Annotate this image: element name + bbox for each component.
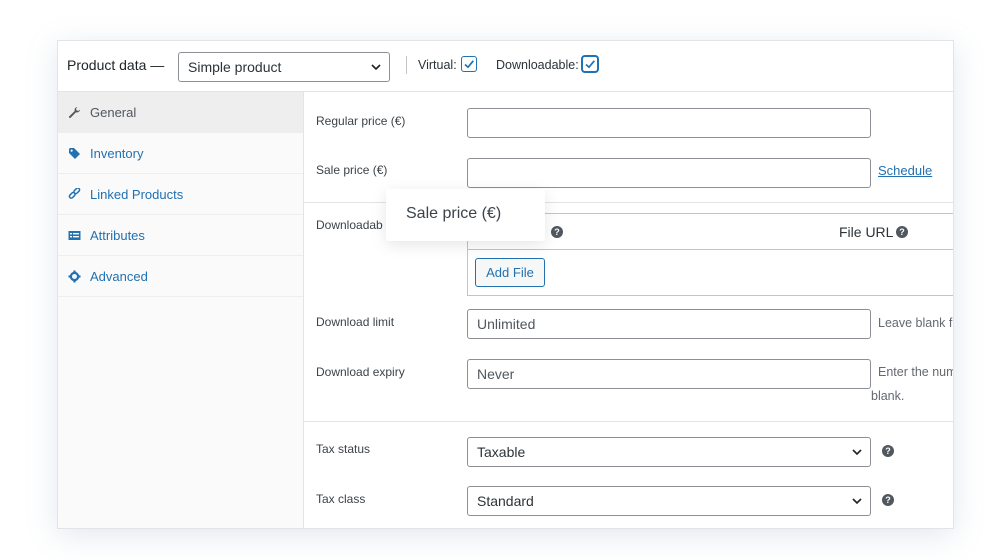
virtual-checkbox[interactable] <box>461 56 477 72</box>
file-url-header: File URL <box>839 224 894 240</box>
download-expiry-label: Download expiry <box>316 365 405 379</box>
tab-attributes-label: Attributes <box>90 227 145 243</box>
wrench-icon <box>68 106 81 119</box>
regular-price-input[interactable] <box>467 108 871 138</box>
sale-price-label: Sale price (€) <box>316 163 388 177</box>
chevron-down-icon <box>852 498 862 505</box>
chevron-down-icon <box>371 64 381 71</box>
tax-class-select[interactable]: Standard <box>467 486 871 516</box>
downloadable-checkbox[interactable] <box>582 56 598 72</box>
download-expiry-input[interactable]: Never <box>467 359 871 389</box>
section-divider <box>304 421 953 422</box>
list-table-icon <box>68 229 81 242</box>
downloadable-files-label: Downloadab <box>316 218 383 232</box>
tab-advanced[interactable]: Advanced <box>58 256 303 297</box>
tab-linked-products-label: Linked Products <box>90 186 184 202</box>
regular-price-label: Regular price (€) <box>316 114 406 128</box>
help-icon[interactable]: ? <box>882 445 894 457</box>
product-data-panel: Product data — Simple product Virtual: D… <box>57 40 954 529</box>
help-icon[interactable]: ? <box>882 494 894 506</box>
chevron-down-icon <box>852 449 862 456</box>
checkmark-icon <box>464 60 474 69</box>
download-limit-input[interactable]: Unlimited <box>467 309 871 339</box>
downloadable-label: Downloadable: <box>496 58 579 72</box>
product-data-header: Product data — Simple product Virtual: D… <box>58 41 953 92</box>
tax-status-label: Tax status <box>316 442 371 456</box>
checkmark-icon <box>585 60 595 69</box>
help-icon[interactable]: ? <box>551 226 563 238</box>
tag-icon <box>68 147 81 160</box>
tax-status-select[interactable]: Taxable <box>467 437 871 467</box>
panel-title: Product data — <box>67 57 165 73</box>
tab-inventory[interactable]: Inventory <box>58 133 303 174</box>
download-expiry-description: Enter the num <box>878 365 954 379</box>
add-file-button[interactable]: Add File <box>475 258 545 287</box>
tab-general-label: General <box>90 104 137 120</box>
header-separator <box>406 56 407 74</box>
sale-price-input[interactable] <box>467 158 871 188</box>
product-data-tabs: General Inventory Linked Products Attrib… <box>58 92 304 528</box>
tab-inventory-label: Inventory <box>90 145 144 161</box>
product-type-value: Simple product <box>188 59 282 75</box>
download-limit-description: Leave blank f <box>878 316 953 330</box>
tax-class-label: Tax class <box>316 492 366 506</box>
product-type-select[interactable]: Simple product <box>178 52 390 82</box>
download-expiry-description-cont: blank. <box>871 389 905 403</box>
sale-price-tooltip: Sale price (€) <box>386 189 545 241</box>
tab-linked-products[interactable]: Linked Products <box>58 174 303 215</box>
tab-advanced-label: Advanced <box>90 268 148 284</box>
schedule-link[interactable]: Schedule <box>878 163 932 178</box>
virtual-label: Virtual: <box>418 58 457 72</box>
tab-attributes[interactable]: Attributes <box>58 215 303 256</box>
gear-icon <box>68 270 81 283</box>
help-icon[interactable]: ? <box>896 226 908 238</box>
link-icon <box>68 187 81 201</box>
tab-general[interactable]: General <box>58 92 303 133</box>
download-limit-label: Download limit <box>316 315 395 329</box>
